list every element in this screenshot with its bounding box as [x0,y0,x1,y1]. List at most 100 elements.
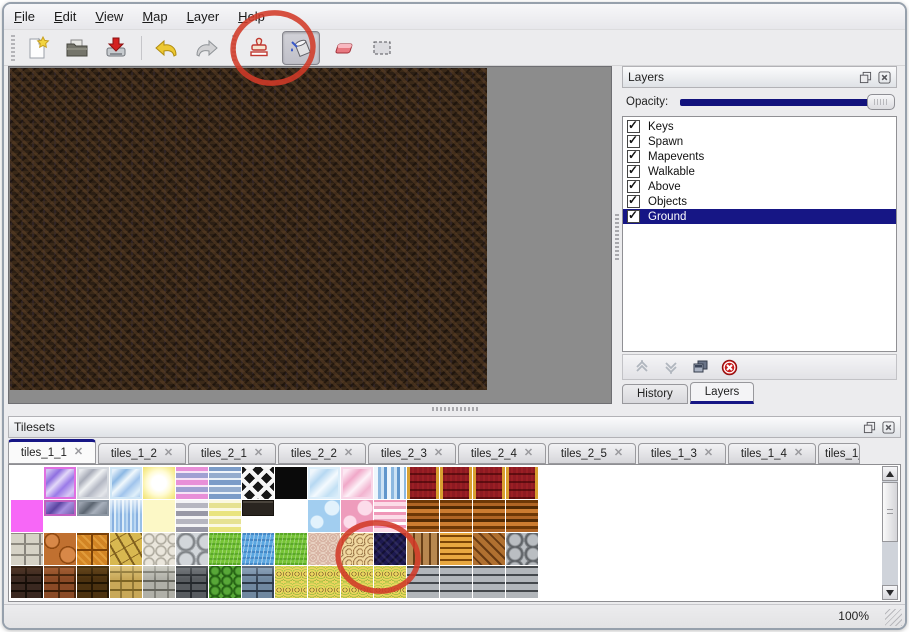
tile-stripes-paleyellow[interactable] [209,500,241,532]
menu-help[interactable]: Help [238,9,265,24]
tile-stripes-gray[interactable] [176,500,208,532]
undo-button[interactable] [151,32,183,64]
float-panel-icon[interactable] [859,71,872,84]
scroll-down-button[interactable] [882,585,898,600]
tile-garden-row[interactable] [341,566,373,598]
layer-visibility-checkbox[interactable] [627,180,640,193]
layer-visibility-checkbox[interactable] [627,210,640,223]
layer-row-spawn[interactable]: Spawn [623,134,896,149]
map-canvas[interactable] [8,66,612,404]
tileset-tab-tiles_2_4[interactable]: tiles_2_4✕ [458,443,546,464]
horizontal-splitter[interactable] [8,404,901,414]
scroll-up-button[interactable] [882,466,898,481]
close-tab-icon[interactable]: ✕ [74,447,83,458]
tile-stripes-pink-light[interactable] [374,500,406,532]
tile-garden-row[interactable] [374,566,406,598]
close-tab-icon[interactable]: ✕ [794,448,803,459]
tile-glass-blue[interactable] [110,467,142,499]
tile-water-texture[interactable] [242,533,274,565]
tile-glass-pink[interactable] [341,467,373,499]
tile-wall-red-ornate[interactable] [473,467,505,499]
tile-basketweave[interactable] [440,533,472,565]
menu-edit[interactable]: Edit [54,9,76,24]
layer-row-objects[interactable]: Objects [623,194,896,209]
tile-pale-yellow[interactable] [143,500,175,532]
tile-garden-row[interactable] [308,566,340,598]
close-tab-icon[interactable]: ✕ [164,448,173,459]
layer-visibility-checkbox[interactable] [627,195,640,208]
tile-glass-gray[interactable] [77,467,109,499]
redo-button[interactable] [190,32,222,64]
tile-glass-lightblue[interactable] [308,467,340,499]
layer-visibility-checkbox[interactable] [627,120,640,133]
new-document-button[interactable] [22,32,54,64]
tile-pebbles-gray[interactable] [143,533,175,565]
tile-wall-red-ornate[interactable] [407,467,439,499]
palette-scrollbar[interactable] [882,466,898,600]
tileset-tab-tiles_1_1[interactable]: tiles_1_1✕ [8,439,96,464]
tile-plank-gray[interactable] [440,566,472,598]
open-button[interactable] [61,32,93,64]
vertical-splitter[interactable] [612,66,622,404]
delete-layer-button[interactable] [720,358,738,376]
tile-stones-gray[interactable] [176,533,208,565]
layer-visibility-checkbox[interactable] [627,135,640,148]
tile-waves-blue[interactable] [374,467,406,499]
tile-herringbone[interactable] [473,533,505,565]
tileset-tab-tiles_1[interactable]: tiles_1_ [818,443,860,464]
tab-history[interactable]: History [622,384,688,404]
close-tab-icon[interactable]: ✕ [434,448,443,459]
tile-black[interactable] [275,467,307,499]
tile-stripes-pink[interactable] [176,467,208,499]
tile-plank-gray[interactable] [506,566,538,598]
menu-layer[interactable]: Layer [187,9,220,24]
tileset-tab-tiles_2_3[interactable]: tiles_2_3✕ [368,443,456,464]
eraser-tool-button[interactable] [327,32,359,64]
tile-water-streaks[interactable] [110,500,142,532]
layer-visibility-checkbox[interactable] [627,165,640,178]
toolbar-drag-handle[interactable] [11,35,15,61]
tile-brick-gray[interactable] [176,566,208,598]
layer-row-keys[interactable]: Keys [623,119,896,134]
tile-glass-purple[interactable] [44,467,76,499]
duplicate-layer-button[interactable] [691,358,709,376]
tile-glass-purple-dark[interactable] [44,500,76,516]
layer-row-ground[interactable]: Ground [623,209,896,224]
tile-wood-banded[interactable] [506,500,538,532]
tile-glass-gray-dark[interactable] [77,500,109,516]
close-panel-icon[interactable] [882,421,895,434]
tile-shelf-dark[interactable] [242,500,274,516]
stamp-tool-button[interactable] [243,32,275,64]
tile-lattice[interactable] [242,467,274,499]
tile-planks-vertical[interactable] [407,533,439,565]
close-tab-icon[interactable]: ✕ [254,448,263,459]
tile-plank-gray[interactable] [473,566,505,598]
tileset-tab-tiles_1_4[interactable]: tiles_1_4✕ [728,443,816,464]
tile-water-blue[interactable] [308,500,340,532]
menu-view[interactable]: View [95,9,123,24]
tile-navy-blue[interactable] [374,533,406,565]
tile-brick-dark[interactable] [11,566,43,598]
fill-bucket-tool-button[interactable] [282,31,320,65]
layer-row-walkable[interactable]: Walkable [623,164,896,179]
scrollbar-thumb[interactable] [882,482,898,542]
close-tab-icon[interactable]: ✕ [704,448,713,459]
close-tab-icon[interactable]: ✕ [344,448,353,459]
float-panel-icon[interactable] [863,421,876,434]
tile-wall-red-ornate[interactable] [440,467,472,499]
layer-visibility-checkbox[interactable] [627,150,640,163]
tileset-tab-tiles_2_5[interactable]: tiles_2_5✕ [548,443,636,464]
tile-rocks-gray[interactable] [506,533,538,565]
tile-magenta[interactable] [11,500,43,532]
tile-tiles-orange[interactable] [77,533,109,565]
tile-wall-red-ornate[interactable] [506,467,538,499]
layer-row-mapevents[interactable]: Mapevents [623,149,896,164]
tile-grass[interactable] [209,533,241,565]
tile-wall-graystone[interactable] [143,566,175,598]
tile-water-pink[interactable] [341,500,373,532]
tile-stripes-blue[interactable] [209,467,241,499]
tileset-tab-tiles_2_2[interactable]: tiles_2_2✕ [278,443,366,464]
tile-cobble-orange[interactable] [44,533,76,565]
tile-dots-cream[interactable] [308,533,340,565]
tile-brick-brown[interactable] [44,566,76,598]
